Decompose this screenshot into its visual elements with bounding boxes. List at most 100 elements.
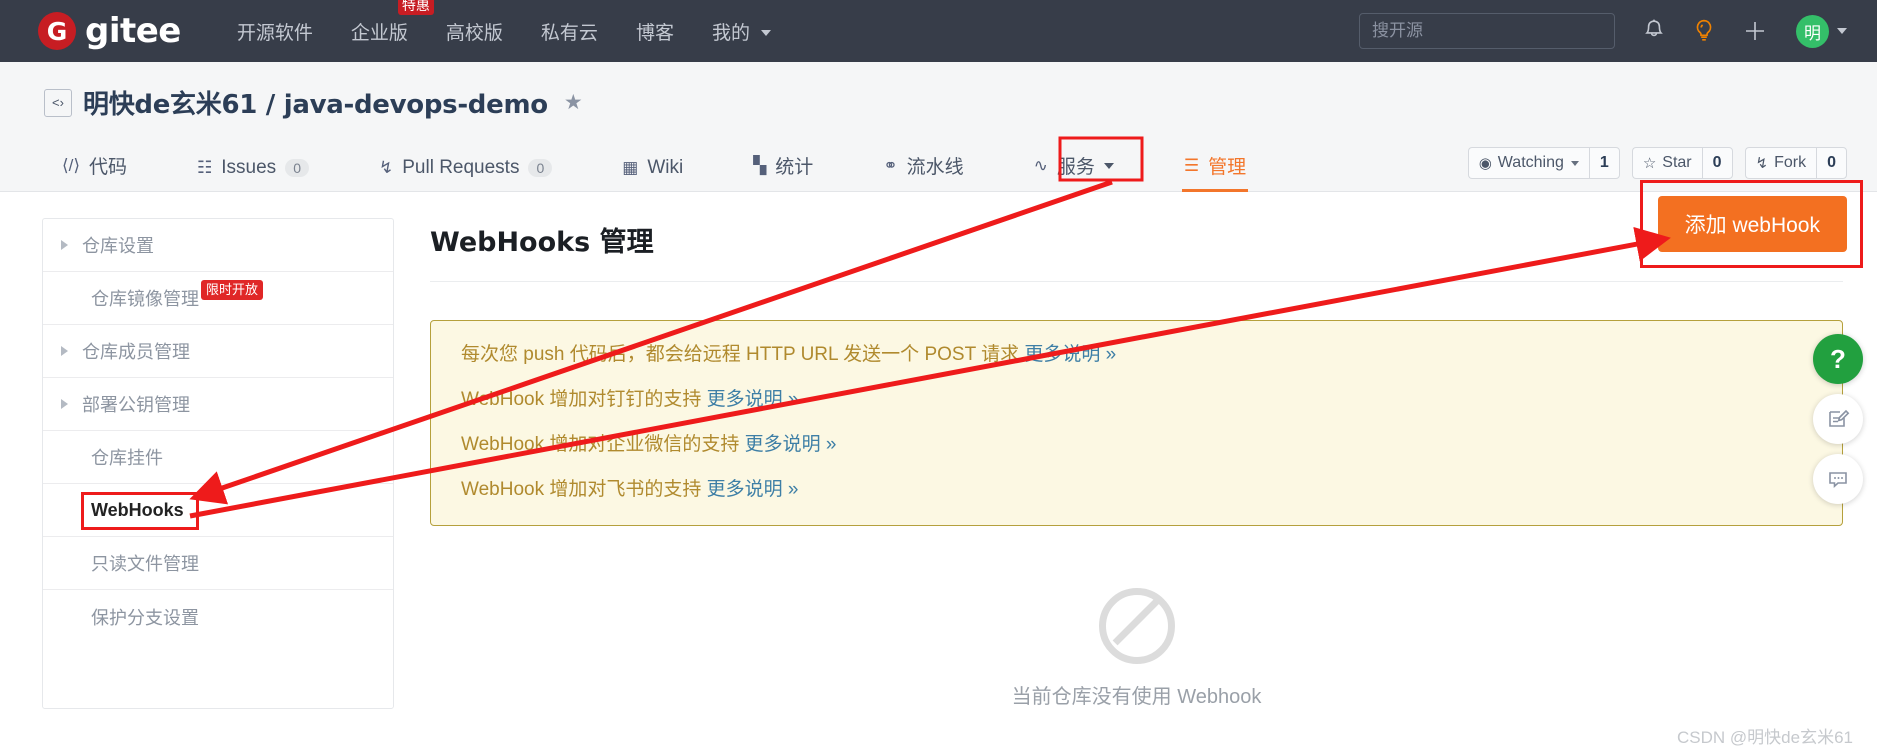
pulse-icon: ∿	[1033, 155, 1048, 175]
tab-code[interactable]: ⟨/⟩ 代码	[62, 152, 127, 191]
tab-label: Pull Requests	[402, 157, 520, 178]
page-title: 明快de玄米61 / java-devops-demo	[83, 84, 548, 121]
fork-count[interactable]: 0	[1816, 147, 1847, 179]
nav-item-enterprise[interactable]: 企业版 特惠	[351, 0, 434, 45]
star-button-group[interactable]: ☆ Star 0	[1631, 147, 1733, 179]
tab-pull-requests[interactable]: ↯ Pull Requests 0	[378, 157, 553, 191]
watching-label: Watching	[1497, 154, 1564, 171]
more-info-link[interactable]: 更多说明 »	[1024, 344, 1116, 365]
no-entry-icon	[1098, 588, 1175, 664]
tab-management[interactable]: ☰ 管理	[1181, 152, 1249, 192]
gitee-logo[interactable]: G gitee	[38, 12, 181, 50]
nav-item-label: 高校版	[445, 22, 503, 44]
empty-state: 当前仓库没有使用 Webhook	[430, 588, 1843, 709]
sidebar-item-deploy-keys[interactable]: 部署公钥管理	[43, 378, 393, 431]
search-input[interactable]	[1359, 13, 1615, 49]
repo-header: <› 明快de玄米61 / java-devops-demo ★ ◉ Watch…	[0, 62, 1877, 192]
repo-action-buttons: ◉ Watching 1 ☆ Star 0 ↯ Fork 0	[1456, 147, 1847, 179]
main-title: WebHooks 管理	[430, 227, 654, 258]
book-icon: ▦	[622, 158, 639, 177]
medal-badge-icon: ★	[563, 91, 583, 114]
sidebar-item-readonly-files[interactable]: 只读文件管理	[43, 537, 393, 590]
sidebar-item-webhooks[interactable]: WebHooks	[43, 484, 393, 537]
chevron-right-icon	[61, 399, 68, 409]
tab-count: 0	[285, 159, 309, 177]
tab-wiki[interactable]: ▦ Wiki	[622, 157, 683, 191]
nav-item-mine[interactable]: 我的	[711, 18, 772, 45]
global-nav: 开源软件 企业版 特惠 高校版 私有云 博客 我的	[237, 0, 809, 45]
feedback-edit-icon[interactable]	[1813, 394, 1863, 444]
title-divider	[430, 281, 1843, 282]
tab-label: 服务	[1056, 157, 1095, 178]
gitee-logo-icon: G	[38, 12, 76, 50]
notice-line: WebHook 增加对钉钉的支持 更多说明 »	[461, 390, 1812, 409]
help-question-icon[interactable]: ?	[1813, 334, 1863, 384]
sidebar-item-repo-widget[interactable]: 仓库挂件	[43, 431, 393, 484]
pullrequest-icon: ↯	[378, 158, 394, 177]
fork-icon: ↯	[1755, 155, 1769, 172]
tab-count: 0	[528, 159, 553, 177]
tab-statistics[interactable]: ▚ 统计	[753, 152, 813, 191]
notice-line: WebHook 增加对飞书的支持 更多说明 »	[461, 480, 1812, 499]
chevron-right-icon	[61, 346, 68, 356]
fork-button[interactable]: ↯ Fork	[1744, 147, 1817, 179]
header-right-tools: 明	[1359, 13, 1847, 49]
sidebar-item-protected-branches[interactable]: 保护分支设置	[43, 590, 393, 643]
chevron-right-icon	[61, 240, 68, 250]
tab-issues[interactable]: ☷ Issues 0	[197, 157, 309, 191]
chevron-down-icon[interactable]	[1837, 28, 1847, 34]
eye-icon: ◉	[1478, 155, 1492, 172]
nav-item-label: 我的	[711, 22, 750, 44]
plus-icon[interactable]	[1742, 18, 1768, 44]
star-button[interactable]: ☆ Star	[1631, 147, 1702, 179]
sidebar-item-label: 仓库设置	[82, 236, 154, 256]
gitee-logo-text: gitee	[85, 11, 181, 51]
fork-button-group[interactable]: ↯ Fork 0	[1744, 147, 1847, 179]
webhook-info-notice: 每次您 push 代码后，都会给远程 HTTP URL 发送一个 POST 请求…	[430, 320, 1843, 526]
notice-line: WebHook 增加对企业微信的支持 更多说明 »	[461, 435, 1812, 454]
nav-item-education[interactable]: 高校版	[446, 18, 503, 45]
watching-button[interactable]: ◉ Watching	[1467, 147, 1589, 179]
more-info-link[interactable]: 更多说明 »	[707, 389, 799, 410]
nav-item-opensource[interactable]: 开源软件	[237, 18, 313, 45]
chart-icon: ▚	[753, 155, 767, 175]
tab-label: 流水线	[906, 157, 964, 178]
tab-label: 代码	[89, 157, 128, 178]
code-icon: ⟨/⟩	[62, 155, 80, 175]
more-info-link[interactable]: 更多说明 »	[707, 479, 799, 500]
repo-separator: /	[257, 90, 284, 120]
limited-time-badge: 限时开放	[201, 280, 264, 300]
bell-icon[interactable]	[1642, 18, 1666, 44]
global-header: G gitee 开源软件 企业版 特惠 高校版 私有云 博客 我的 搜开源 明	[0, 0, 1877, 62]
avatar[interactable]: 明	[1796, 14, 1829, 48]
more-info-link[interactable]: 更多说明 »	[745, 434, 837, 455]
nav-item-privatecloud[interactable]: 私有云	[541, 18, 598, 45]
sidebar-item-label: 仓库成员管理	[82, 342, 190, 362]
repo-name[interactable]: java-devops-demo	[284, 90, 548, 120]
issue-icon: ☷	[197, 158, 213, 177]
tab-services[interactable]: ∿ 服务	[1034, 152, 1114, 191]
add-webhook-button[interactable]: 添加 webHook	[1657, 196, 1847, 252]
lightbulb-icon[interactable]	[1693, 18, 1715, 44]
sidebar-item-label: 只读文件管理	[91, 554, 199, 574]
star-icon: ☆	[1642, 155, 1657, 172]
watching-count[interactable]: 1	[1588, 147, 1620, 179]
tab-label: Wiki	[647, 157, 684, 178]
sidebar-item-label: 仓库挂件	[91, 448, 163, 468]
star-count[interactable]: 0	[1701, 147, 1733, 179]
notice-text: 每次您 push 代码后，都会给远程 HTTP URL 发送一个 POST 请求	[461, 344, 1025, 365]
chat-bubble-icon[interactable]	[1813, 454, 1863, 504]
notice-text: WebHook 增加对钉钉的支持	[461, 389, 707, 410]
sidebar-item-repo-settings[interactable]: 仓库设置	[43, 219, 393, 272]
repo-owner[interactable]: 明快de玄米61	[83, 90, 257, 120]
nav-item-blog[interactable]: 博客	[636, 18, 674, 45]
tab-pipeline[interactable]: ⚭ 流水线	[883, 152, 963, 191]
sidebar-item-repo-members[interactable]: 仓库成员管理	[43, 325, 393, 378]
repo-tabs: ⟨/⟩ 代码 ☷ Issues 0 ↯ Pull Requests 0 ▦ Wi…	[0, 152, 1249, 192]
sidebar-item-label: 部署公钥管理	[82, 395, 190, 415]
watching-button-group[interactable]: ◉ Watching 1	[1467, 147, 1620, 179]
sidebar-item-repo-mirror[interactable]: 仓库镜像管理 限时开放	[43, 272, 393, 325]
notice-line: 每次您 push 代码后，都会给远程 HTTP URL 发送一个 POST 请求…	[461, 345, 1812, 364]
chevron-down-icon	[1103, 162, 1114, 169]
sidebar-item-label: 保护分支设置	[91, 607, 199, 628]
